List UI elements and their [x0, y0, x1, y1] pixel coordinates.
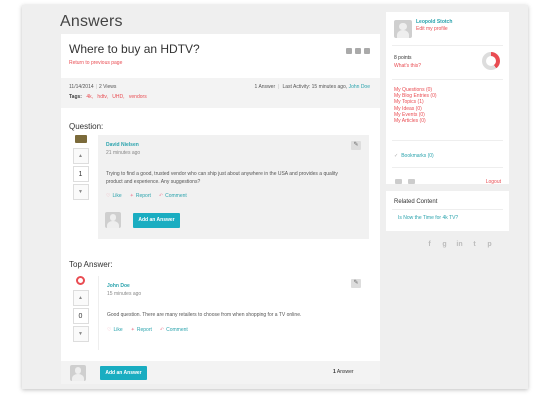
bookmark-icon: ✓	[394, 153, 399, 159]
post-author[interactable]: John Doe	[107, 283, 130, 289]
vote-count: 0	[72, 308, 89, 324]
mail-icon[interactable]	[395, 179, 402, 184]
twitter-icon[interactable]: t	[470, 241, 479, 248]
report-button[interactable]: ✦ Report	[130, 193, 151, 199]
reply-icon: ↶	[159, 327, 165, 333]
question-card: Where to buy an HDTV? Return to previous…	[61, 34, 380, 384]
post-author[interactable]: David Nielsen	[106, 142, 139, 148]
edit-pencil-icon[interactable]: ✎	[351, 141, 361, 150]
vote-down-button[interactable]: ▼	[72, 326, 89, 342]
author-avatar-small	[74, 135, 87, 143]
post-actions: ♡ Like ✦ Report ↶ Comment	[106, 193, 187, 199]
link-icon[interactable]	[355, 48, 361, 54]
bookmarks-link[interactable]: ✓ Bookmarks (0)	[394, 153, 434, 159]
related-content-panel: Related Content Is Now the Time for 4k T…	[386, 191, 509, 231]
vote-up-button[interactable]: ▲	[72, 148, 89, 164]
add-answer-button[interactable]: Add an Answer	[100, 366, 147, 380]
tag[interactable]: vendors	[129, 94, 147, 100]
page-frame: Answers Where to buy an HDTV? Return to …	[22, 5, 528, 389]
question-meta: 11/14/2014 | 2 Views 1 Answer | Last Activit…	[61, 78, 380, 108]
report-button[interactable]: ✦ Report	[131, 327, 152, 333]
page-title: Answers	[60, 13, 123, 30]
user-avatar	[105, 212, 121, 228]
tags-label: Tags:	[69, 94, 82, 100]
divider	[392, 167, 503, 168]
thumbs-up-icon: ♡	[106, 193, 111, 199]
post-time: 15 minutes ago	[107, 291, 142, 297]
thumbs-up-icon[interactable]	[346, 48, 352, 54]
logout-link[interactable]: Logout	[486, 179, 501, 185]
answer-body-panel: John Doe 15 minutes ago ✎ Good question.…	[98, 276, 369, 350]
question-vote: ▲ 1 ▼	[69, 135, 92, 200]
answer-count: 1 Answer	[254, 84, 276, 90]
edit-pencil-icon[interactable]: ✎	[351, 279, 361, 288]
thumbs-up-icon: ♡	[107, 327, 112, 333]
related-link[interactable]: Is Now the Time for 4k TV?	[398, 215, 458, 221]
profile-name[interactable]: Leopold Stotch	[416, 19, 452, 25]
google-plus-icon[interactable]: g	[440, 241, 449, 248]
edit-profile-link[interactable]: Edit my profile	[416, 26, 448, 32]
tag[interactable]: UHD,	[112, 94, 124, 100]
reply-icon: ↶	[158, 193, 164, 199]
flag-icon: ✦	[129, 193, 134, 199]
question-post: ▲ 1 ▼ David Nielsen 21 minutes ago ✎ Try…	[69, 135, 369, 239]
vote-up-button[interactable]: ▲	[72, 290, 89, 306]
divider	[392, 140, 503, 141]
view-count: 2 Views	[98, 84, 117, 90]
tag[interactable]: hdtv,	[97, 94, 107, 100]
points: 8 points	[394, 55, 412, 61]
question-date: 11/14/2014	[69, 84, 94, 90]
answer-post: ▲ 0 ▼ John Doe 15 minutes ago ✎ Good que…	[69, 276, 369, 350]
author-avatar-small	[76, 276, 85, 285]
divider	[392, 45, 503, 46]
question-tools	[346, 48, 370, 54]
profile-panel: Leopold Stotch Edit my profile 8 points …	[386, 12, 509, 185]
add-answer-button[interactable]: Add an Answer	[133, 213, 180, 228]
flag-icon: ✦	[130, 327, 135, 333]
pinterest-icon[interactable]: p	[485, 241, 494, 248]
my-content-links: My Questions (0) My Blog Entries (0) My …	[394, 87, 437, 124]
tag-list: Tags: 4k, hdtv, UHD, vendors	[69, 94, 147, 100]
tag[interactable]: 4k,	[86, 94, 93, 100]
comment-button[interactable]: ↶ Comment	[160, 327, 188, 333]
question-title: Where to buy an HDTV?	[69, 42, 200, 56]
points-progress-ring	[482, 52, 500, 70]
mail-icon[interactable]	[364, 48, 370, 54]
divider	[392, 79, 503, 80]
post-time: 21 minutes ago	[106, 150, 141, 156]
linkedin-icon[interactable]: in	[455, 241, 464, 248]
like-button[interactable]: ♡ Like	[107, 327, 123, 333]
answer-footer: Add an Answer 1 Answer	[61, 361, 380, 384]
question-body-panel: David Nielsen 21 minutes ago ✎ Trying to…	[98, 135, 369, 239]
comment-button[interactable]: ↶ Comment	[159, 193, 187, 199]
question-section-label: Question:	[69, 122, 104, 131]
answer-vote: ▲ 0 ▼	[69, 276, 92, 342]
post-actions: ♡ Like ✦ Report ↶ Comment	[107, 327, 188, 333]
last-activity-user[interactable]: John Doe	[349, 84, 370, 90]
return-link[interactable]: Return to previous page	[69, 60, 122, 66]
chat-icon[interactable]	[408, 179, 415, 184]
post-body: Good question. There are many retailers …	[107, 312, 302, 318]
vote-down-button[interactable]: ▼	[72, 184, 89, 200]
whats-this-link[interactable]: What's this?	[394, 63, 421, 69]
profile-avatar	[394, 20, 412, 38]
footer-answer-count: 1 Answer	[333, 369, 354, 375]
like-button[interactable]: ♡ Like	[106, 193, 122, 199]
related-content-title: Related Content	[394, 199, 438, 205]
sidebar-link-articles[interactable]: My Articles (0)	[394, 118, 437, 124]
social-links: f g in t p	[425, 241, 494, 248]
divider	[392, 209, 503, 210]
user-avatar	[70, 365, 86, 381]
answer-section-label: Top Answer:	[69, 260, 113, 269]
facebook-icon[interactable]: f	[425, 241, 434, 248]
last-activity: Last Activity: 15 minutes ago,	[282, 84, 348, 90]
post-body: Trying to find a good, trusted vendor wh…	[106, 171, 338, 185]
vote-count: 1	[72, 166, 89, 182]
